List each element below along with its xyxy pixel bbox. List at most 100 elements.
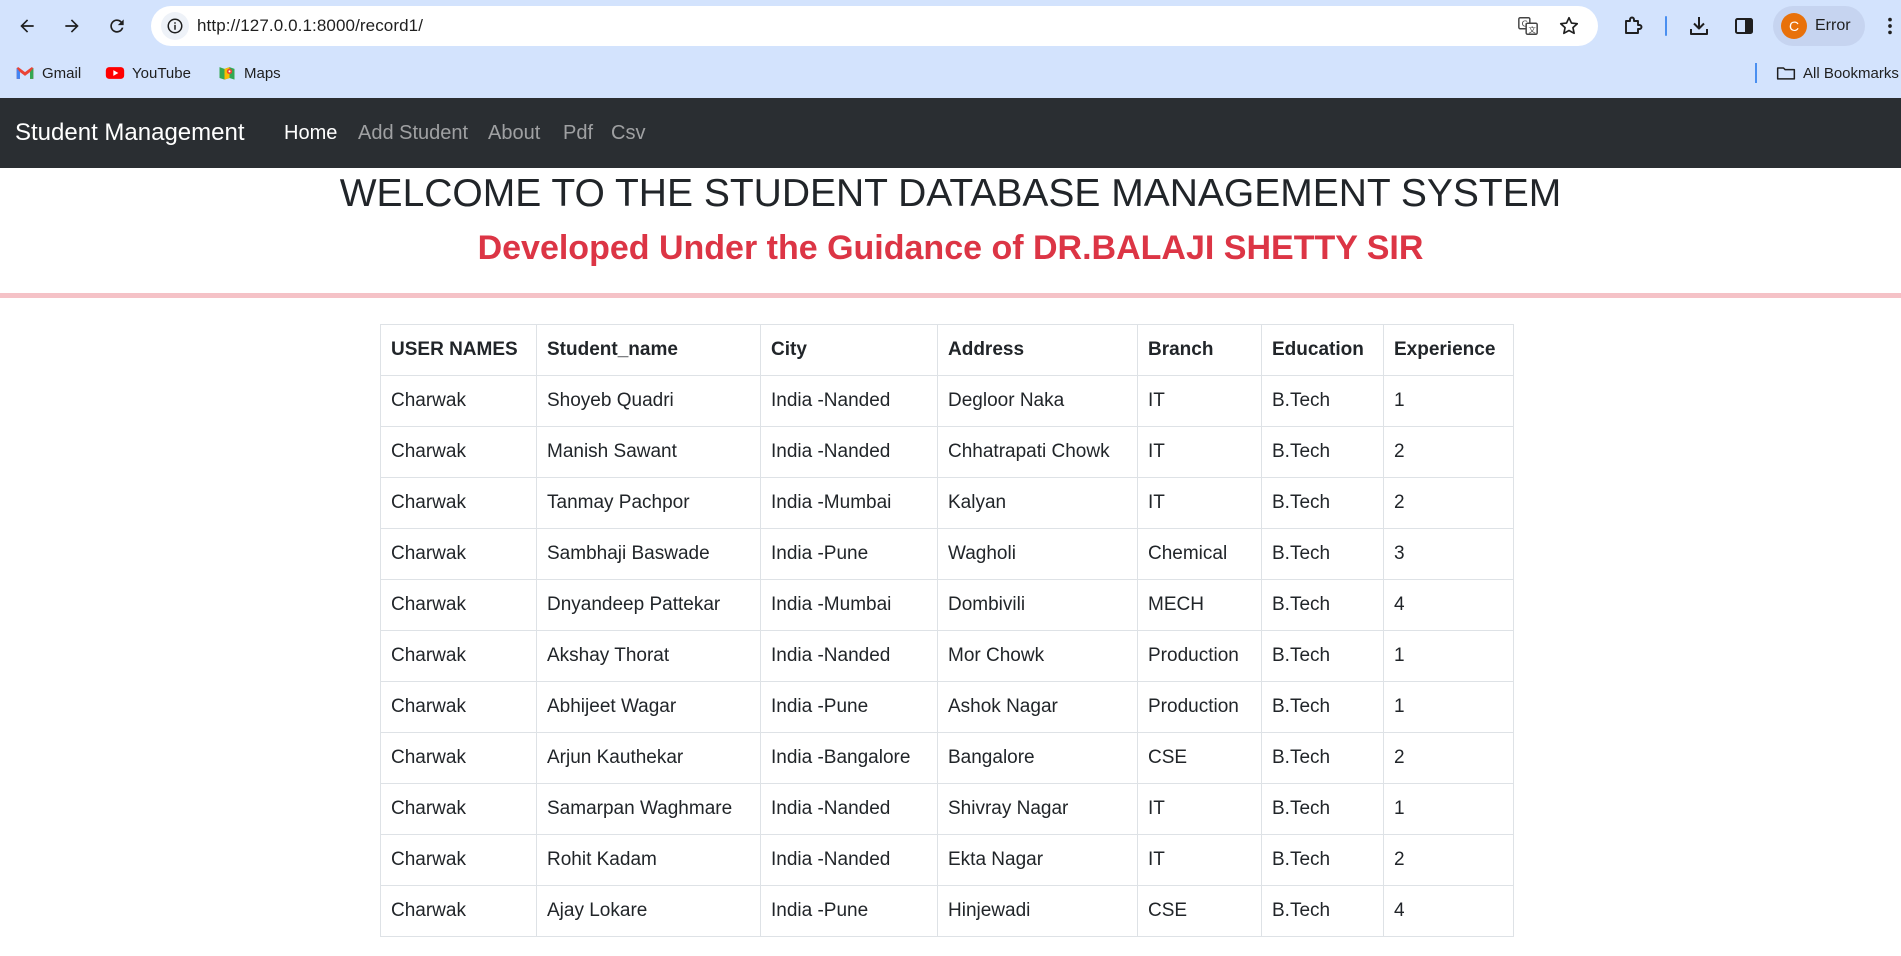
table-body: Charwak Shoyeb Quadri India -Nanded Degloor…	[380, 375, 1514, 937]
browser-chrome: http://127.0.0.1:8000/record1/ G文 C Erro…	[0, 0, 1901, 98]
bookmark-label: Gmail	[42, 64, 82, 82]
table-cell: Charwak	[380, 579, 537, 631]
table-cell: Dombivili	[937, 579, 1138, 631]
profile-button[interactable]: C Error	[1773, 6, 1865, 46]
nav-link-home[interactable]: Home	[284, 98, 337, 168]
table-cell: B.Tech	[1261, 885, 1384, 937]
column-header: Branch	[1137, 324, 1262, 376]
table-cell: Bangalore	[937, 732, 1138, 784]
table-cell: 2	[1383, 834, 1514, 886]
table-cell: Dnyandeep Pattekar	[536, 579, 761, 631]
table-cell: Charwak	[380, 834, 537, 886]
column-header: Student_name	[536, 324, 761, 376]
bookmark-youtube[interactable]: YouTube	[105, 60, 191, 86]
profile-avatar: C	[1781, 13, 1807, 39]
table-cell: CSE	[1137, 732, 1262, 784]
table-row: Charwak Samarpan Waghmare India -Nanded Shi…	[380, 783, 1514, 835]
table-cell: Charwak	[380, 783, 537, 835]
table-row: Charwak Sambhaji Baswade India -Pune Waghol…	[380, 528, 1514, 580]
table-cell: Degloor Naka	[937, 375, 1138, 427]
table-cell: 4	[1383, 885, 1514, 937]
table-row: Charwak Rohit Kadam India -Nanded Ekta Naga…	[380, 834, 1514, 886]
table-cell: Chhatrapati Chowk	[937, 426, 1138, 478]
student-table: USER NAMES Student_name City Address Branch E…	[380, 324, 1514, 937]
all-bookmarks-button[interactable]: All Bookmarks	[1776, 60, 1899, 86]
bookmark-star-button[interactable]	[1558, 15, 1580, 37]
kebab-menu-icon	[1888, 17, 1892, 35]
table-cell: Charwak	[380, 477, 537, 529]
app-navbar: Student Management Home Add Student Abou…	[0, 98, 1901, 168]
table-cell: 2	[1383, 477, 1514, 529]
table-cell: India -Nanded	[760, 834, 938, 886]
table-cell: India -Pune	[760, 528, 938, 580]
maps-icon	[219, 67, 235, 80]
table-cell: India -Nanded	[760, 783, 938, 835]
table-cell: Charwak	[380, 426, 537, 478]
nav-link-csv[interactable]: Csv	[611, 98, 645, 168]
bookmarks-bar: Gmail YouTube Maps All Bookmarks	[0, 56, 1901, 90]
table-cell: Shoyeb Quadri	[536, 375, 761, 427]
site-info-button[interactable]	[161, 12, 189, 40]
table-cell: Hinjewadi	[937, 885, 1138, 937]
side-panel-icon	[1735, 18, 1753, 34]
table-cell: Arjun Kauthekar	[536, 732, 761, 784]
reload-button[interactable]	[99, 8, 135, 44]
table-cell: B.Tech	[1261, 681, 1384, 733]
table-cell: Ajay Lokare	[536, 885, 761, 937]
browser-toolbar: http://127.0.0.1:8000/record1/ G文 C Erro…	[0, 0, 1901, 52]
table-cell: 2	[1383, 732, 1514, 784]
header-divider	[0, 293, 1901, 298]
table-cell: Kalyan	[937, 477, 1138, 529]
table-cell: Ashok Nagar	[937, 681, 1138, 733]
reload-icon	[110, 19, 124, 33]
table-cell: India -Mumbai	[760, 579, 938, 631]
translate-button[interactable]: G文	[1517, 15, 1539, 37]
table-cell: Charwak	[380, 630, 537, 682]
nav-link-add-student[interactable]: Add Student	[358, 98, 468, 168]
all-bookmarks-label: All Bookmarks	[1803, 64, 1899, 82]
column-header: City	[760, 324, 938, 376]
table-row: Charwak Arjun Kauthekar India -Bangalore Ba…	[380, 732, 1514, 784]
table-cell: B.Tech	[1261, 477, 1384, 529]
download-icon	[1690, 17, 1708, 35]
table-cell: Charwak	[380, 732, 537, 784]
forward-button[interactable]	[54, 8, 90, 44]
column-header: Experience	[1383, 324, 1514, 376]
table-cell: Charwak	[380, 528, 537, 580]
table-cell: 1	[1383, 375, 1514, 427]
bookmark-label: Maps	[244, 64, 281, 82]
table-cell: Charwak	[380, 375, 537, 427]
table-cell: B.Tech	[1261, 732, 1384, 784]
side-panel-button[interactable]	[1730, 12, 1758, 40]
star-icon	[1559, 16, 1579, 35]
table-row: Charwak Ajay Lokare India -Pune Hinjewadi CS…	[380, 885, 1514, 937]
navbar-brand[interactable]: Student Management	[15, 98, 245, 168]
page-subtitle: Developed Under the Guidance of DR.BALAJ…	[477, 229, 1424, 267]
address-bar[interactable]: http://127.0.0.1:8000/record1/ G文	[151, 6, 1598, 46]
nav-link-about[interactable]: About	[488, 98, 540, 168]
table-cell: Production	[1137, 630, 1262, 682]
table-cell: B.Tech	[1261, 528, 1384, 580]
table-cell: Manish Sawant	[536, 426, 761, 478]
table-cell: IT	[1137, 477, 1262, 529]
back-button[interactable]	[9, 8, 45, 44]
browser-menu-button[interactable]	[1880, 12, 1900, 40]
table-cell: Abhijeet Wagar	[536, 681, 761, 733]
folder-icon	[1776, 67, 1796, 80]
nav-link-pdf[interactable]: Pdf	[563, 98, 593, 168]
bookmark-maps[interactable]: Maps	[217, 60, 281, 86]
table-cell: Rohit Kadam	[536, 834, 761, 886]
youtube-icon	[105, 67, 125, 79]
table-cell: 1	[1383, 630, 1514, 682]
profile-status-label: Error	[1815, 17, 1851, 34]
table-cell: 1	[1383, 681, 1514, 733]
downloads-button[interactable]	[1685, 12, 1713, 40]
bookmark-gmail[interactable]: Gmail	[15, 60, 81, 86]
table-header-row: USER NAMES Student_name City Address Branch E…	[380, 324, 1514, 376]
table-cell: 4	[1383, 579, 1514, 631]
extensions-button[interactable]	[1619, 12, 1647, 40]
table-cell: India -Mumbai	[760, 477, 938, 529]
table-cell: B.Tech	[1261, 426, 1384, 478]
table-cell: 2	[1383, 426, 1514, 478]
url-text[interactable]: http://127.0.0.1:8000/record1/	[197, 6, 423, 46]
